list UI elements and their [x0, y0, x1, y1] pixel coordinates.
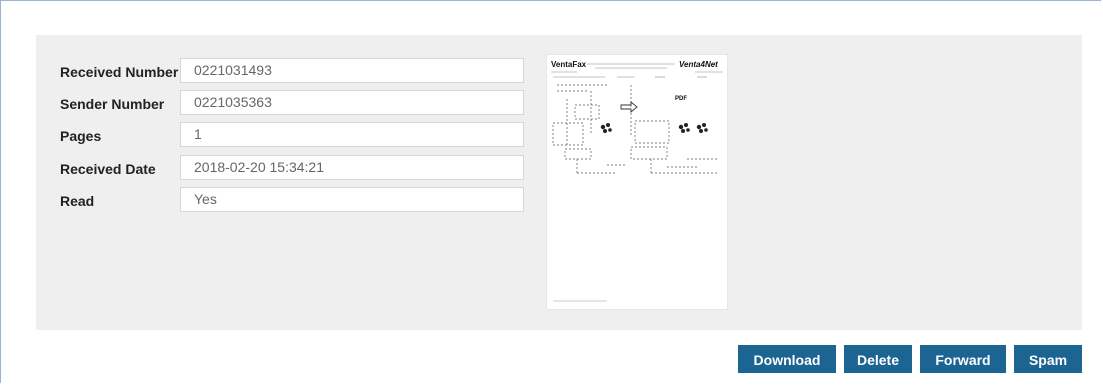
pages-field[interactable]: 1 [180, 122, 524, 147]
received-date-label: Received Date [60, 161, 156, 177]
download-button[interactable]: Download [738, 345, 836, 373]
received-date-field[interactable]: 2018-02-20 15:34:21 [180, 155, 524, 180]
read-field[interactable]: Yes [180, 187, 524, 212]
fax-page-thumbnail[interactable]: VentaFax Venta4Net PDF [546, 54, 728, 310]
received-number-field[interactable]: 0221031493 [180, 58, 524, 83]
preview-brand-left: VentaFax [551, 60, 587, 69]
fax-page-preview-image: VentaFax Venta4Net PDF [551, 60, 723, 302]
preview-doc-label: PDF [675, 96, 687, 102]
forward-button[interactable]: Forward [920, 345, 1006, 373]
sender-number-label: Sender Number [60, 96, 165, 112]
delete-button[interactable]: Delete [844, 345, 912, 373]
preview-brand-right: Venta4Net [679, 60, 718, 69]
received-number-label: Received Number [60, 64, 179, 80]
spam-button[interactable]: Spam [1014, 345, 1082, 373]
read-label: Read [60, 193, 95, 209]
sender-number-field[interactable]: 0221035363 [180, 90, 524, 115]
pages-label: Pages [60, 128, 102, 144]
